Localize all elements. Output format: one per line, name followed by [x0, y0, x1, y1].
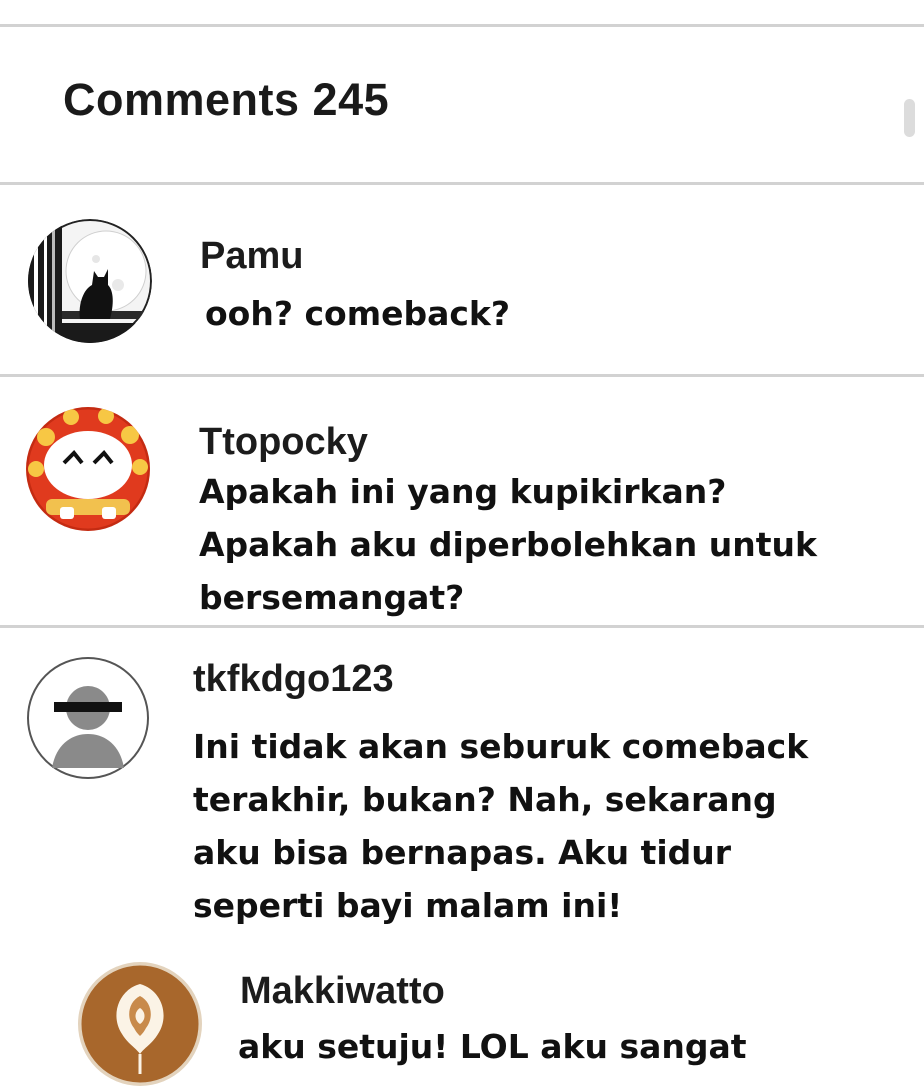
reply-text: aku setuju! LOL aku sangat: [238, 1020, 747, 1073]
comment-item: tkfkdgo123 Ini tidak akan seburuk comeba…: [0, 628, 924, 948]
comment-text-line: Apakah ini yang kupikirkan?: [199, 472, 727, 511]
comment-username[interactable]: Pamu: [200, 235, 303, 278]
scrollbar-thumb[interactable]: [904, 99, 915, 137]
comment-item: Ttopocky Apakah ini yang kupikirkan? Apa…: [0, 377, 924, 627]
comment-text: Apakah ini yang kupikirkan? Apakah aku d…: [199, 465, 817, 624]
cake-face-avatar[interactable]: [26, 407, 150, 531]
top-divider: [0, 24, 924, 27]
comment-text: Ini tidak akan seburuk comeback terakhir…: [193, 720, 808, 932]
latte-art-avatar[interactable]: [78, 962, 202, 1086]
cat-moon-avatar[interactable]: [28, 219, 152, 343]
comment-username[interactable]: tkfkdgo123: [193, 658, 394, 701]
comment-text: ooh? comeback?: [205, 287, 510, 340]
reply-item: Makkiwatto aku setuju! LOL aku sangat: [0, 950, 924, 1086]
comment-text-line: Apakah aku diperbolehkan untuk: [199, 525, 817, 564]
reply-username[interactable]: Makkiwatto: [240, 970, 445, 1013]
default-user-avatar[interactable]: [26, 656, 150, 780]
reply-text-line: aku setuju! LOL aku sangat: [238, 1027, 747, 1066]
comment-text-line: seperti bayi malam ini!: [193, 886, 623, 925]
comment-text-line: Ini tidak akan seburuk comeback: [193, 727, 809, 766]
comment-item: Pamu ooh? comeback?: [0, 185, 924, 375]
comment-text-line: ooh? comeback?: [205, 294, 511, 333]
comment-text-line: aku bisa bernapas. Aku tidur: [193, 833, 732, 872]
comment-text-line: terakhir, bukan? Nah, sekarang: [193, 780, 777, 819]
comment-username[interactable]: Ttopocky: [199, 421, 368, 464]
comments-header-title: Comments 245: [63, 74, 390, 125]
comment-text-line: bersemangat?: [199, 578, 465, 617]
